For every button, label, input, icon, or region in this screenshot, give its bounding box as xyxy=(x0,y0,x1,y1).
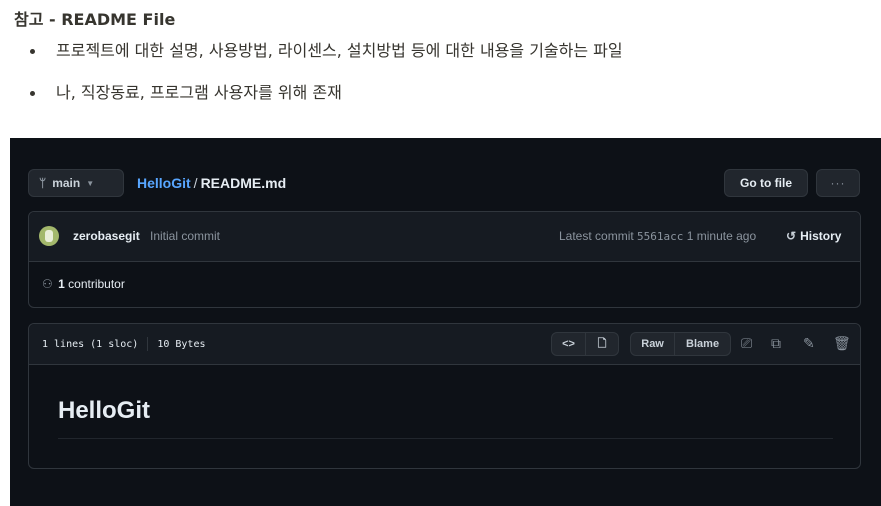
bullet-text: 나, 직장동료, 프로그램 사용자를 위해 존재 xyxy=(56,83,342,102)
branch-name: main xyxy=(52,176,81,190)
raw-blame-group: Raw Blame xyxy=(630,332,731,356)
bullet-dot xyxy=(30,49,35,54)
latest-commit-label: Latest commit xyxy=(559,229,634,243)
file-nav-bar: ᛘ main ▼ HelloGit / README.md Go to file ·… xyxy=(28,169,881,197)
contributor-label: contributor xyxy=(68,277,125,291)
go-to-file-button[interactable]: Go to file xyxy=(724,169,808,197)
caret-down-icon: ▼ xyxy=(86,178,95,188)
readme-heading: HelloGit xyxy=(58,397,151,424)
commit-sha[interactable]: 5561acc xyxy=(637,230,683,243)
latest-commit-info: Latest commit 5561acc 1 minute ago xyxy=(559,229,756,243)
copy-icon[interactable]: ⧉ xyxy=(771,335,781,352)
people-icon: ⚇ xyxy=(42,277,53,291)
commit-author[interactable]: zerobasegit xyxy=(73,229,140,243)
code-icon[interactable]: <> xyxy=(552,333,585,355)
breadcrumb-separator: / xyxy=(193,175,198,191)
file-icon[interactable]: 🗋 xyxy=(584,333,618,355)
more-options-button[interactable]: ··· xyxy=(816,169,860,197)
file-viewer: 1 lines (1 sloc) 10 Bytes <> 🗋 Raw Blame… xyxy=(28,323,861,469)
pencil-icon[interactable]: ✎ xyxy=(803,335,815,352)
desktop-icon[interactable]: ⎚ xyxy=(741,335,752,352)
info-divider xyxy=(147,337,149,351)
raw-button[interactable]: Raw xyxy=(631,333,674,355)
note-bullets: 프로젝트에 대한 설명, 사용방법, 라이센스, 설치방법 등에 대한 내용을 … xyxy=(30,40,623,124)
history-icon: ↺ xyxy=(786,229,797,243)
branch-icon: ᛘ xyxy=(39,176,47,190)
bullet-dot xyxy=(30,91,35,96)
bullet-text: 프로젝트에 대한 설명, 사용방법, 라이센스, 설치방법 등에 대한 내용을 … xyxy=(56,41,623,60)
history-label: History xyxy=(800,229,842,243)
contributors-row: ⚇ 1 contributor xyxy=(29,262,860,308)
commit-time: 1 minute ago xyxy=(686,229,757,243)
contributors-link[interactable]: ⚇ 1 contributor xyxy=(42,277,125,291)
history-link[interactable]: ↺ History xyxy=(786,229,841,243)
view-toggle: <> 🗋 xyxy=(551,332,619,356)
file-name: README.md xyxy=(200,175,287,191)
repo-link[interactable]: HelloGit xyxy=(137,175,191,191)
bullet-item: 프로젝트에 대한 설명, 사용방법, 라이센스, 설치방법 등에 대한 내용을 … xyxy=(30,40,623,82)
commit-box: zerobasegit Initial commit Latest commit… xyxy=(28,211,861,308)
breadcrumb: HelloGit / README.md xyxy=(137,175,286,191)
avatar[interactable] xyxy=(39,226,59,246)
file-info: 1 lines (1 sloc) 10 Bytes xyxy=(42,337,206,351)
latest-commit-row: zerobasegit Initial commit Latest commit… xyxy=(29,212,860,262)
branch-selector-button[interactable]: ᛘ main ▼ xyxy=(28,169,124,197)
readme-content: HelloGit xyxy=(29,365,860,469)
github-screenshot: ᛘ main ▼ HelloGit / README.md Go to file ·… xyxy=(10,138,881,506)
contributor-count: 1 xyxy=(58,277,65,291)
note-title: 참고 - README File xyxy=(14,10,176,29)
trash-icon[interactable]: 🗑 xyxy=(833,335,851,352)
line-count: 1 lines (1 sloc) xyxy=(42,338,139,350)
file-header: 1 lines (1 sloc) 10 Bytes <> 🗋 Raw Blame… xyxy=(29,324,860,365)
file-size: 10 Bytes xyxy=(157,338,206,350)
blame-button[interactable]: Blame xyxy=(674,333,730,355)
bullet-item: 나, 직장동료, 프로그램 사용자를 위해 존재 xyxy=(30,82,623,124)
commit-message[interactable]: Initial commit xyxy=(150,229,220,243)
heading-rule xyxy=(58,438,833,439)
